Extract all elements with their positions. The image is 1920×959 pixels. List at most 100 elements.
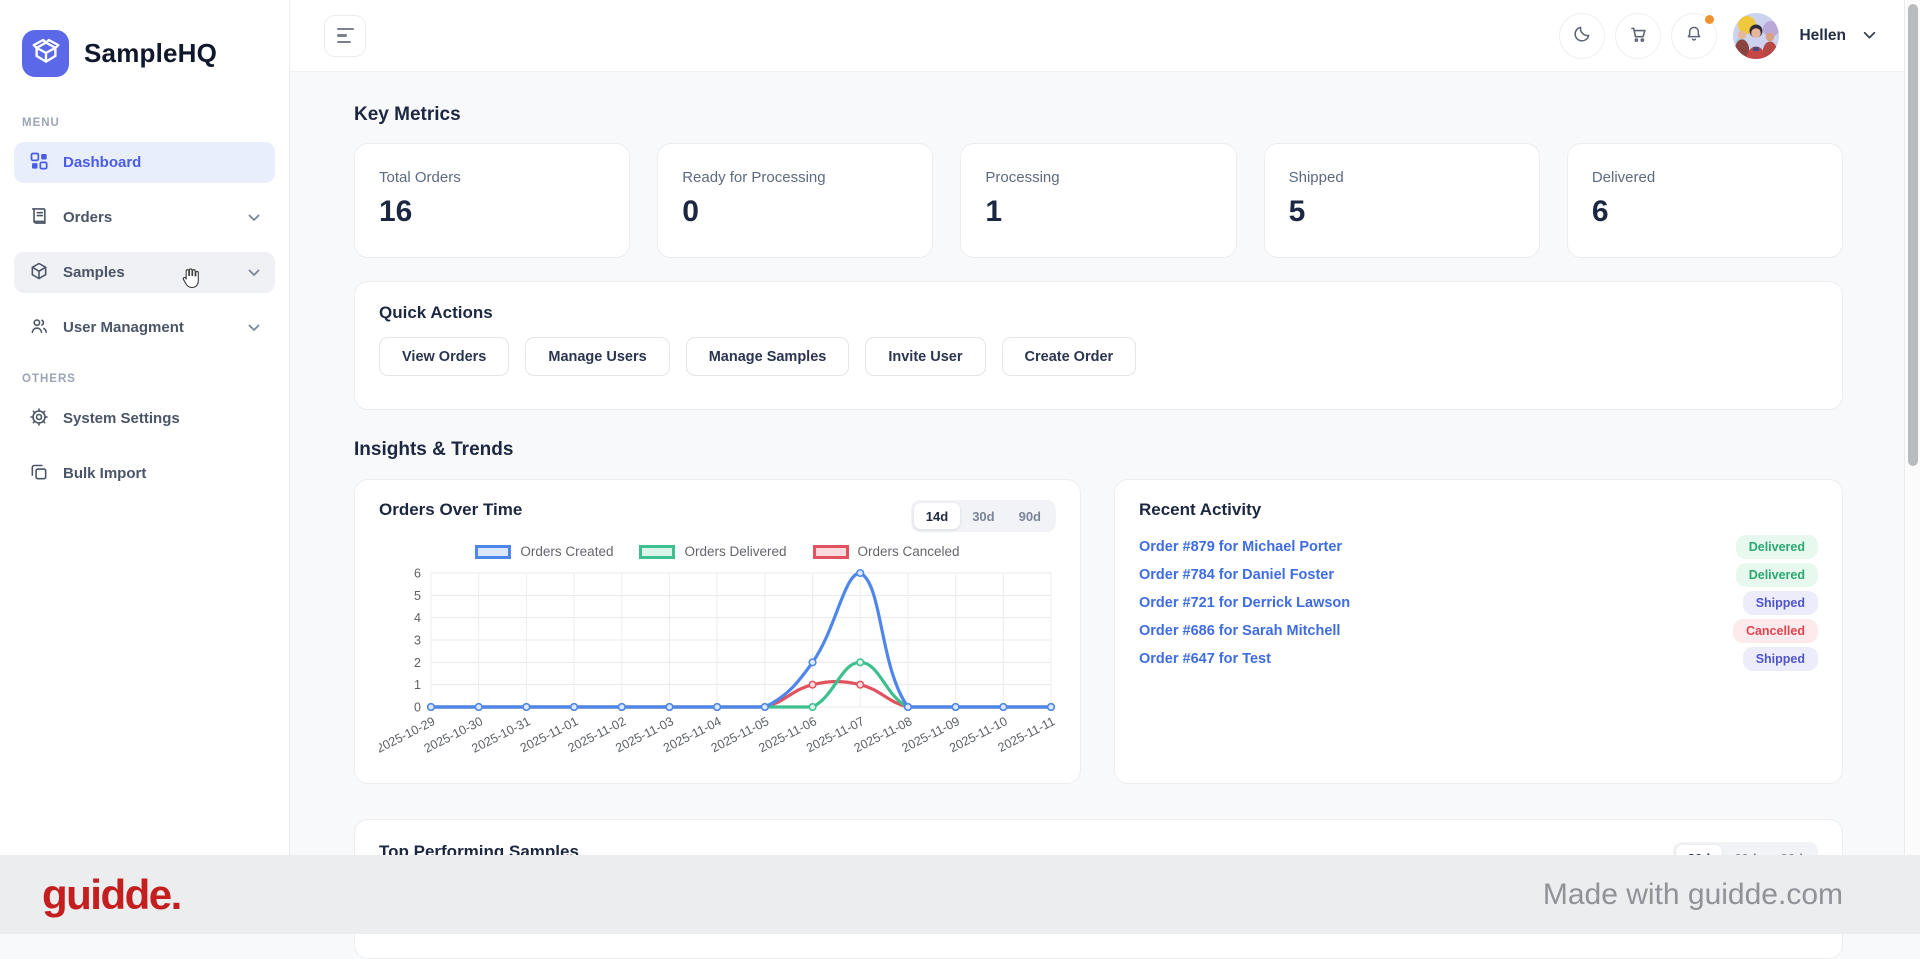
orders-over-time-title: Orders Over Time [379, 500, 523, 519]
sidebar-item-user-managment[interactable]: User Managment [14, 307, 275, 348]
orders-over-time-chart: 01234562025-10-292025-10-302025-10-31202… [379, 567, 1057, 756]
metric-card-processing: Processing 1 [960, 143, 1237, 258]
cart-icon [1628, 24, 1649, 48]
metric-card-shipped: Shipped 5 [1263, 143, 1540, 258]
metric-value: 5 [1288, 195, 1306, 228]
topbar-actions: Hellen [1559, 12, 1876, 59]
made-with-text: Made with guidde.com [1542, 877, 1843, 911]
metric-card-ready-for-processing: Ready for Processing 0 [657, 143, 934, 258]
metric-label: Processing [985, 169, 1060, 186]
legend-item[interactable]: Orders Created [475, 544, 613, 559]
user-name[interactable]: Hellen [1799, 27, 1846, 45]
svg-text:5: 5 [414, 589, 421, 603]
dark-mode-button[interactable] [1559, 12, 1606, 59]
svg-text:1: 1 [414, 678, 421, 692]
activity-row: Order #879 for Michael Porter Delivered [1139, 533, 1818, 561]
metric-label: Delivered [1591, 169, 1656, 186]
metric-card-delivered: Delivered 6 [1566, 143, 1844, 258]
status-badge: Shipped [1742, 647, 1818, 671]
order-link[interactable]: Order #647 for Test [1139, 651, 1271, 667]
sidebar-item-label: System Settings [63, 410, 180, 427]
quick-actions-buttons: View Orders Manage Users Manage Samples … [379, 337, 1818, 376]
quick-actions-title: Quick Actions [379, 303, 493, 322]
order-link[interactable]: Order #721 for Derrick Lawson [1139, 595, 1350, 611]
legend-label: Orders Created [520, 544, 614, 559]
activity-row: Order #647 for Test Shipped [1139, 645, 1818, 673]
order-link[interactable]: Order #784 for Daniel Foster [1139, 567, 1334, 583]
sidebar: SampleHQ MENU Dashboard Orders Samples U… [0, 0, 290, 934]
sidebar-item-label: Dashboard [63, 154, 142, 171]
cart-button[interactable] [1615, 12, 1662, 59]
svg-text:0: 0 [414, 701, 421, 715]
chevron-down-icon [248, 269, 260, 277]
menu-section-label: MENU [22, 117, 60, 129]
svg-text:4: 4 [414, 611, 421, 625]
metric-label: Total Orders [379, 169, 461, 186]
users-icon [29, 316, 49, 340]
sidebar-item-dashboard[interactable]: Dashboard [14, 142, 275, 183]
legend-swatch [475, 544, 512, 559]
sidebar-toggle-button[interactable] [324, 14, 366, 57]
orders-receipt-icon [29, 206, 49, 230]
legend-label: Orders Canceled [857, 544, 960, 559]
sidebar-item-label: Samples [63, 264, 125, 281]
create-order-button[interactable]: Create Order [1001, 337, 1137, 376]
chevron-down-icon [248, 324, 260, 332]
status-badge: Delivered [1735, 563, 1818, 587]
samples-cube-icon [29, 261, 49, 285]
activity-row: Order #686 for Sarah Mitchell Cancelled [1139, 617, 1818, 645]
metrics-row: Total Orders 16 Ready for Processing 0 P… [354, 143, 1844, 258]
others-section-label: OTHERS [22, 373, 76, 385]
scrollbar-thumb[interactable] [1908, 4, 1918, 466]
invite-user-button[interactable]: Invite User [865, 337, 986, 376]
order-link[interactable]: Order #879 for Michael Porter [1139, 539, 1342, 555]
view-orders-button[interactable]: View Orders [379, 337, 510, 376]
metric-label: Ready for Processing [682, 169, 826, 186]
metric-value: 6 [1591, 195, 1609, 228]
manage-users-button[interactable]: Manage Users [525, 337, 670, 376]
legend-swatch [812, 544, 849, 559]
legend-item[interactable]: Orders Delivered [639, 544, 787, 559]
range-14d-button[interactable]: 14d [913, 503, 961, 529]
mouse-cursor [179, 268, 199, 294]
svg-text:6: 6 [414, 567, 421, 581]
range-30d-button[interactable]: 30d [960, 503, 1006, 529]
avatar[interactable] [1733, 12, 1780, 59]
sidebar-item-system-settings[interactable]: System Settings [14, 398, 275, 439]
activity-row: Order #784 for Daniel Foster Delivered [1139, 561, 1818, 589]
orders-over-time-card: Orders Over Time 14d 30d 90d Orders Crea… [354, 479, 1081, 784]
recent-activity-card: Recent Activity Order #879 for Michael P… [1114, 479, 1843, 784]
range-90d-button[interactable]: 90d [1007, 503, 1053, 529]
order-link[interactable]: Order #686 for Sarah Mitchell [1139, 623, 1340, 639]
notifications-button[interactable] [1671, 12, 1718, 59]
sidebar-item-label: Bulk Import [63, 465, 147, 482]
recent-activity-title: Recent Activity [1139, 500, 1262, 519]
metric-value: 0 [682, 195, 699, 228]
brand-logo-tile [22, 30, 69, 77]
dashboard-grid-icon [29, 151, 49, 175]
gear-icon [29, 407, 49, 431]
manage-samples-button[interactable]: Manage Samples [685, 337, 850, 376]
chevron-down-icon [248, 214, 260, 222]
status-badge: Shipped [1742, 591, 1818, 615]
topbar: Hellen [290, 0, 1920, 72]
sidebar-item-bulk-import[interactable]: Bulk Import [14, 453, 275, 494]
main-content: Key Metrics Total Orders 16 Ready for Pr… [290, 72, 1920, 959]
insights-title: Insights & Trends [354, 439, 514, 460]
main-scrollbar[interactable] [1904, 0, 1920, 855]
sidebar-item-samples[interactable]: Samples [14, 252, 275, 293]
recent-activity-list: Order #879 for Michael Porter Delivered … [1139, 533, 1818, 673]
guidde-logo: guidde. [42, 870, 182, 918]
svg-text:2: 2 [414, 656, 421, 670]
moon-icon [1572, 24, 1592, 47]
status-badge: Cancelled [1732, 619, 1818, 643]
metric-value: 1 [985, 195, 1003, 228]
user-menu-chevron-icon[interactable] [1863, 31, 1876, 40]
sidebar-item-label: Orders [63, 209, 113, 226]
chart-legend: Orders Created Orders Delivered Orders Can… [379, 544, 1056, 559]
metric-card-total-orders: Total Orders 16 [354, 143, 631, 258]
guidde-footer: guidde. Made with guidde.com [0, 855, 1920, 934]
sidebar-item-orders[interactable]: Orders [14, 197, 275, 238]
brand-name: SampleHQ [84, 38, 218, 68]
legend-item[interactable]: Orders Canceled [812, 544, 960, 559]
